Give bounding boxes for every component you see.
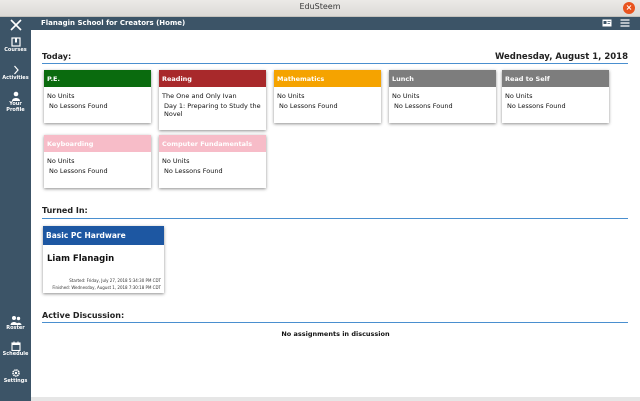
sidebar-item-courses[interactable]: Courses (0, 37, 31, 53)
class-card-lesson: No Lessons Found (507, 102, 566, 110)
class-card-title: Keyboarding (44, 135, 151, 152)
window-close-button[interactable]: × (623, 2, 635, 14)
class-card-lesson: No Lessons Found (279, 102, 338, 110)
class-card-lesson: No Lessons Found (49, 102, 108, 110)
turned-in-divider (42, 218, 628, 219)
school-title: Flanagin School for Creators (Home) (41, 19, 186, 27)
class-card-unit: The One and Only Ivan (162, 92, 237, 100)
today-divider (42, 63, 628, 64)
turned-in-card[interactable]: Basic PC Hardware Liam Flanagin Started:… (43, 226, 164, 293)
menu-icon[interactable] (620, 19, 630, 27)
turned-in-finished: Finished: Wednesday, August 1, 2018 7:30… (52, 285, 161, 290)
sidebar-item-label: Settings (3, 378, 28, 384)
turned-in-course: Basic PC Hardware (43, 226, 164, 245)
class-card-unit: No Units (162, 157, 190, 165)
people-icon (10, 316, 21, 325)
class-card-lesson: Day 1: Preparing to Study the Novel (164, 102, 261, 118)
class-card-reading[interactable]: Reading The One and Only Ivan Day 1: Pre… (159, 70, 266, 130)
chevron-right-icon (13, 65, 19, 75)
class-card-computer-fundamentals[interactable]: Computer Fundamentals No Units No Lesson… (159, 135, 266, 188)
sidebar-item-label: Courses (4, 47, 27, 53)
sidebar-item-schedule[interactable]: Schedule (0, 341, 31, 357)
class-card-unit: No Units (277, 92, 305, 100)
class-card-unit: No Units (505, 92, 533, 100)
user-icon (11, 91, 20, 101)
app-header: Flanagin School for Creators (Home) (31, 17, 640, 30)
today-heading: Today: (42, 52, 72, 61)
sidebar-item-settings[interactable]: Settings (0, 368, 31, 384)
class-card-title: Reading (159, 70, 266, 87)
gear-icon (11, 369, 20, 377)
class-card-title: Read to Self (502, 70, 609, 87)
today-date: Wednesday, August 1, 2018 (494, 52, 628, 62)
sidebar-close-button[interactable] (0, 19, 31, 31)
book-icon (10, 37, 21, 47)
class-card-mathematics[interactable]: Mathematics No Units No Lessons Found (274, 70, 381, 123)
turned-in-started: Started: Friday, July 27, 2018 5:34:30 P… (69, 278, 161, 283)
sidebar-item-label: Roster (6, 325, 25, 331)
class-card-title: Mathematics (274, 70, 381, 87)
turned-in-heading: Turned In: (42, 206, 88, 215)
class-card-unit: No Units (392, 92, 420, 100)
class-card-keyboarding[interactable]: Keyboarding No Units No Lessons Found (44, 135, 151, 188)
sidebar-item-activities[interactable]: Activities (0, 65, 31, 81)
discussion-empty-message: No assignments in discussion (281, 330, 390, 338)
sidebar-item-label: Activities (2, 75, 29, 81)
close-icon (9, 19, 22, 31)
class-card-title: Lunch (389, 70, 496, 87)
discussion-divider (42, 322, 628, 323)
sidebar-item-label: Your Profile (6, 101, 25, 113)
turned-in-student: Liam Flanagin (47, 254, 115, 264)
class-card-lunch[interactable]: Lunch No Units No Lessons Found (389, 70, 496, 123)
class-card-unit: No Units (47, 157, 75, 165)
class-card-pe[interactable]: P.E. No Units No Lessons Found (44, 70, 151, 123)
class-card-lesson: No Lessons Found (164, 167, 223, 175)
window-title: EduSteem (299, 2, 341, 11)
sidebar: Courses Activities Your Profile Roster S… (0, 17, 31, 401)
active-discussion-heading: Active Discussion: (42, 311, 125, 320)
class-card-title: Computer Fundamentals (159, 135, 266, 152)
calendar-icon (10, 341, 21, 351)
sidebar-item-label: Schedule (2, 351, 29, 357)
class-card-lesson: No Lessons Found (394, 102, 453, 110)
main-content: Today: Wednesday, August 1, 2018 P.E. No… (31, 30, 640, 397)
sidebar-item-roster[interactable]: Roster (0, 315, 31, 331)
class-card-read-to-self[interactable]: Read to Self No Units No Lessons Found (502, 70, 609, 123)
class-card-title: P.E. (44, 70, 151, 87)
id-card-icon[interactable] (602, 19, 612, 27)
window-bottom-edge (31, 397, 640, 401)
window-titlebar: EduSteem × (0, 0, 640, 17)
sidebar-item-profile[interactable]: Your Profile (0, 91, 31, 113)
class-card-lesson: No Lessons Found (49, 167, 108, 175)
class-card-unit: No Units (47, 92, 75, 100)
